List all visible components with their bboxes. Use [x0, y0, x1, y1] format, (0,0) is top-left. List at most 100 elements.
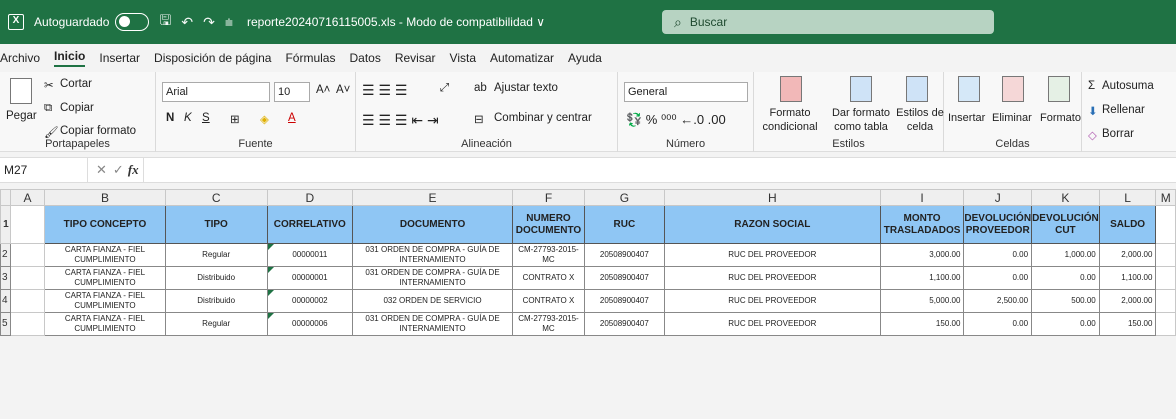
- cell[interactable]: Regular: [164, 243, 268, 267]
- cell[interactable]: 1,000.00: [1031, 243, 1100, 267]
- tab-automatizar[interactable]: Automatizar: [490, 51, 554, 65]
- column-header[interactable]: J: [963, 189, 1033, 206]
- cell[interactable]: 2,000.00: [1098, 289, 1157, 313]
- cell[interactable]: [9, 312, 46, 336]
- cell[interactable]: RUC DEL PROVEEDOR: [663, 266, 881, 290]
- column-header[interactable]: M: [1155, 189, 1176, 206]
- fill-button[interactable]: Rellenar: [1102, 104, 1145, 116]
- orientation-icon[interactable]: ⤢: [440, 82, 449, 95]
- cell[interactable]: CM-27793-2015-MC: [512, 243, 585, 267]
- cell[interactable]: CARTA FIANZA - FIEL CUMPLIMIENTO: [44, 243, 166, 267]
- cell[interactable]: Regular: [164, 312, 268, 336]
- redo-icon[interactable]: ↷: [203, 14, 215, 31]
- number-format-select[interactable]: General: [624, 82, 748, 102]
- underline-button[interactable]: S: [202, 112, 210, 124]
- currency-percent-icons[interactable]: 💱 % ⁰⁰⁰ ←.0 .00: [626, 112, 726, 128]
- bold-button[interactable]: N: [166, 112, 174, 124]
- cell[interactable]: 2,500.00: [963, 289, 1033, 313]
- column-header[interactable]: L: [1098, 189, 1157, 206]
- insert-function-icon[interactable]: fx: [128, 162, 139, 178]
- font-name-select[interactable]: Arial: [162, 82, 270, 102]
- tab-formulas[interactable]: Fórmulas: [285, 51, 335, 65]
- cell[interactable]: 20508900407: [583, 312, 665, 336]
- autosave-toggle[interactable]: [115, 13, 150, 31]
- copy-format-button[interactable]: Copiar formato: [60, 125, 136, 137]
- save-icon[interactable]: 🖫: [159, 10, 171, 34]
- document-title[interactable]: reporte20240716115005.xls - Modo de comp…: [247, 15, 545, 29]
- row-header[interactable]: 1: [0, 205, 11, 244]
- column-header[interactable]: K: [1031, 189, 1100, 206]
- cell[interactable]: 0.00: [963, 243, 1033, 267]
- cell[interactable]: 0.00: [963, 312, 1033, 336]
- tab-inicio[interactable]: Inicio: [54, 49, 86, 67]
- autosum-button[interactable]: Autosuma: [1102, 80, 1154, 92]
- undo-icon[interactable]: ↶: [181, 14, 193, 31]
- cell[interactable]: CONTRATO X: [512, 266, 585, 290]
- cell[interactable]: CARTA FIANZA - FIEL CUMPLIMIENTO: [44, 312, 166, 336]
- cell[interactable]: [1155, 205, 1176, 244]
- cell[interactable]: CONTRATO X: [512, 289, 585, 313]
- cell[interactable]: [9, 243, 46, 267]
- cell[interactable]: 031 ORDEN DE COMPRA - GUÍA DE INTERNAMIE…: [351, 243, 514, 267]
- cell[interactable]: 1,100.00: [1098, 266, 1157, 290]
- cell[interactable]: 3,000.00: [879, 243, 965, 267]
- cell[interactable]: 150.00: [1098, 312, 1157, 336]
- formula-input[interactable]: [142, 158, 1176, 182]
- cell[interactable]: [9, 266, 46, 290]
- cell[interactable]: 00000001: [266, 266, 353, 290]
- confirm-icon[interactable]: ✓: [113, 162, 124, 178]
- cell[interactable]: 2,000.00: [1098, 243, 1157, 267]
- cell[interactable]: 150.00: [879, 312, 965, 336]
- cell[interactable]: CARTA FIANZA - FIEL CUMPLIMIENTO: [44, 289, 166, 313]
- cell[interactable]: 00000011: [266, 243, 353, 267]
- cell[interactable]: 500.00: [1031, 289, 1100, 313]
- cell[interactable]: 031 ORDEN DE COMPRA - GUÍA DE INTERNAMIE…: [351, 312, 514, 336]
- fill-color-icon[interactable]: ◈: [260, 112, 269, 126]
- wrap-text-button[interactable]: Ajustar texto: [494, 82, 558, 94]
- cell[interactable]: 1,100.00: [879, 266, 965, 290]
- header-cell[interactable]: NUMERO DOCUMENTO: [512, 205, 585, 244]
- align-left-icon[interactable]: ☰ ☰ ☰ ⇤ ⇥: [362, 112, 439, 129]
- delete-cells-button[interactable]: Eliminar: [992, 112, 1032, 124]
- cell[interactable]: RUC DEL PROVEEDOR: [663, 289, 881, 313]
- row-header[interactable]: 2: [0, 243, 11, 267]
- header-cell[interactable]: MONTO TRASLADADOS: [879, 205, 965, 244]
- header-cell[interactable]: DOCUMENTO: [351, 205, 514, 244]
- column-header[interactable]: D: [266, 189, 353, 206]
- insert-cells-button[interactable]: Insertar: [948, 112, 985, 124]
- column-header[interactable]: A: [9, 189, 46, 206]
- column-header[interactable]: G: [583, 189, 665, 206]
- tab-datos[interactable]: Datos: [349, 51, 380, 65]
- cell[interactable]: CM-27793-2015-MC: [512, 312, 585, 336]
- cell[interactable]: [1155, 289, 1176, 313]
- tab-insertar[interactable]: Insertar: [99, 51, 140, 65]
- cell[interactable]: 031 ORDEN DE COMPRA - GUÍA DE INTERNAMIE…: [351, 266, 514, 290]
- cell[interactable]: CARTA FIANZA - FIEL CUMPLIMIENTO: [44, 266, 166, 290]
- cell[interactable]: [1155, 266, 1176, 290]
- format-as-table-button[interactable]: Dar formato como tabla: [826, 106, 896, 134]
- cell[interactable]: RUC DEL PROVEEDOR: [663, 243, 881, 267]
- header-cell[interactable]: CORRELATIVO: [266, 205, 353, 244]
- row-header[interactable]: 4: [0, 289, 11, 313]
- cell[interactable]: 5,000.00: [879, 289, 965, 313]
- copy-button[interactable]: Copiar: [60, 102, 94, 114]
- header-cell[interactable]: TIPO: [164, 205, 268, 244]
- column-header[interactable]: B: [44, 189, 166, 206]
- italic-button[interactable]: K: [184, 112, 192, 124]
- cell[interactable]: 20508900407: [583, 289, 665, 313]
- header-cell[interactable]: RAZON SOCIAL: [663, 205, 881, 244]
- customize-toolbar-icon[interactable]: ⩧: [225, 14, 233, 31]
- column-header[interactable]: I: [879, 189, 965, 206]
- header-cell[interactable]: SALDO: [1098, 205, 1157, 244]
- align-top-icon[interactable]: ☰ ☰ ☰: [362, 82, 407, 99]
- format-cells-button[interactable]: Formato: [1040, 112, 1081, 124]
- clear-button[interactable]: Borrar: [1102, 128, 1134, 140]
- font-color-icon[interactable]: A: [288, 112, 296, 124]
- column-header[interactable]: H: [663, 189, 881, 206]
- merge-center-button[interactable]: Combinar y centrar: [494, 112, 592, 124]
- conditional-format-button[interactable]: Formato condicional: [756, 106, 824, 134]
- cell[interactable]: Distribuido: [164, 266, 268, 290]
- header-cell[interactable]: TIPO CONCEPTO: [44, 205, 166, 244]
- cell[interactable]: 20508900407: [583, 266, 665, 290]
- column-header[interactable]: C: [164, 189, 268, 206]
